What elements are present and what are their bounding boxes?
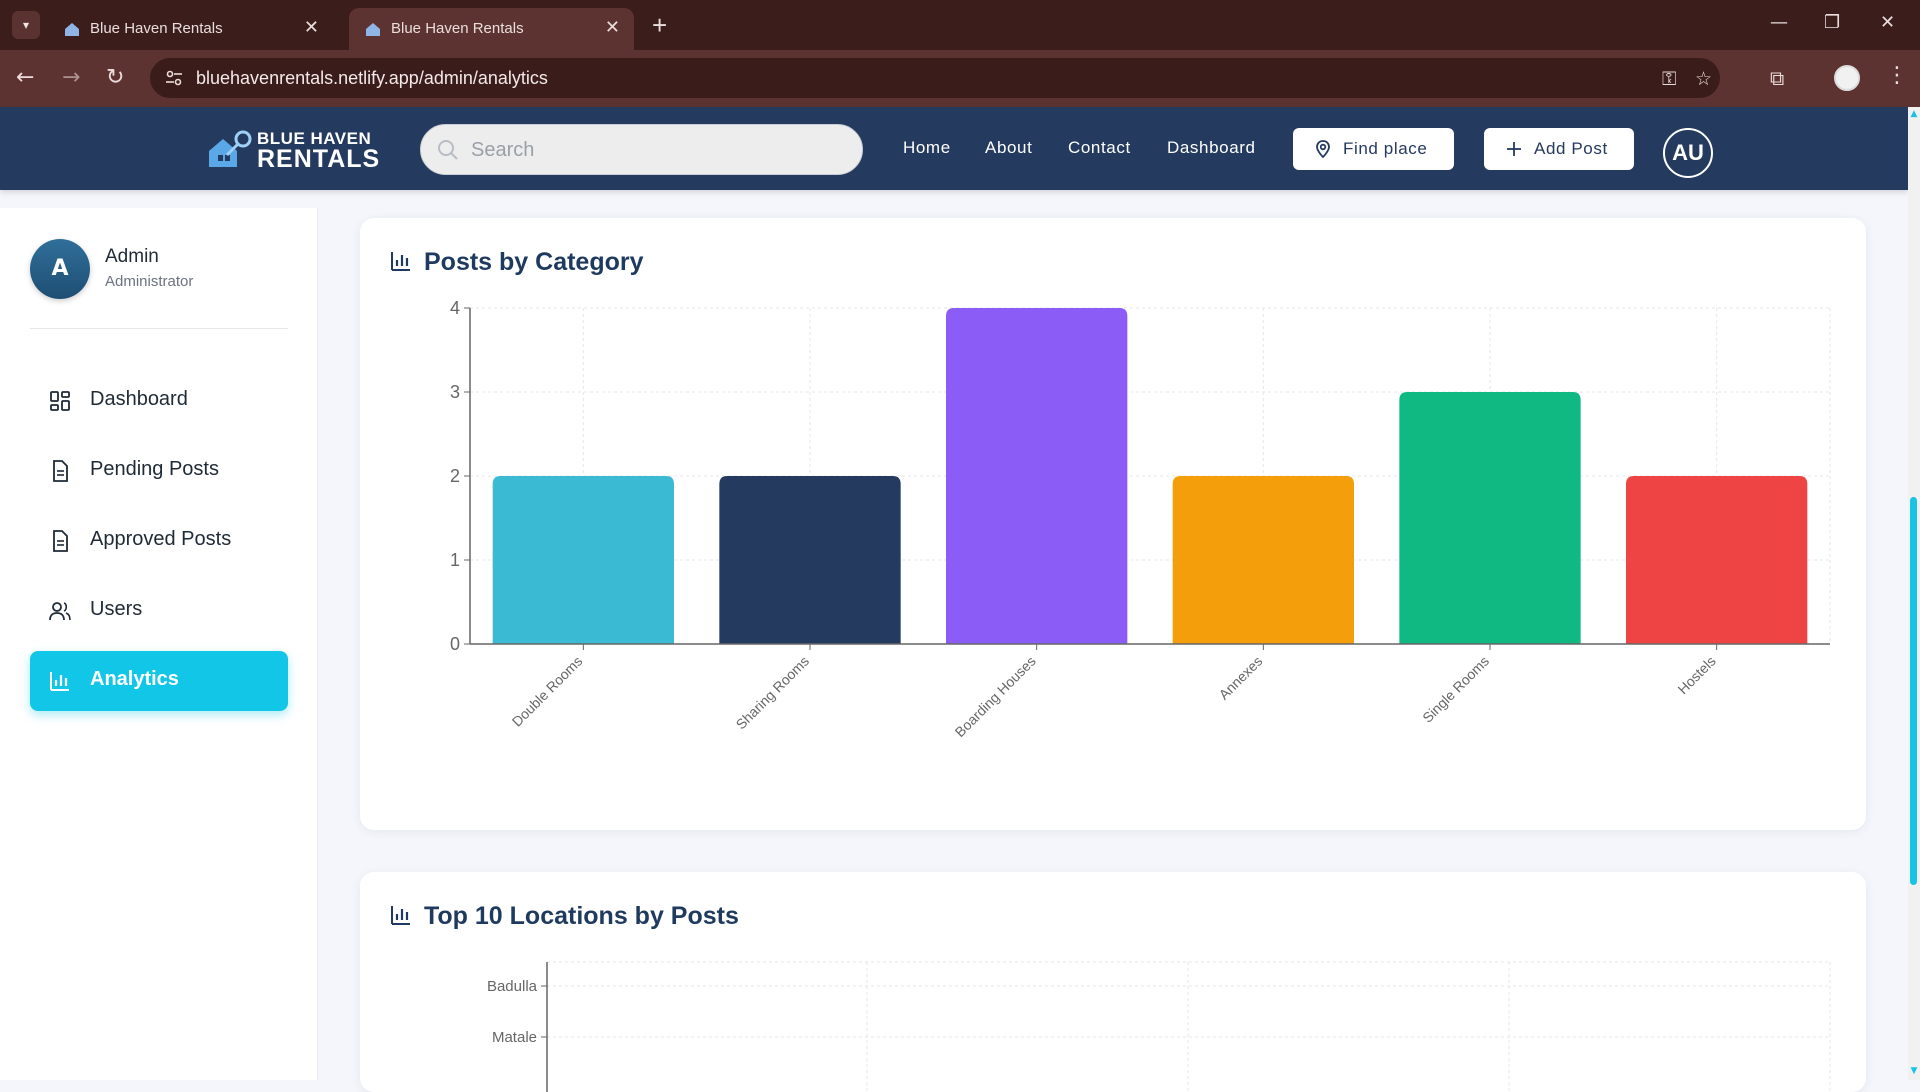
admin-name: Admin bbox=[105, 246, 159, 267]
close-icon[interactable]: ✕ bbox=[304, 17, 319, 38]
password-key-icon[interactable]: ⚿ bbox=[1662, 68, 1676, 90]
admin-sidebar: A Admin Administrator Dashboard Pending … bbox=[0, 208, 318, 1080]
sidebar-item-label: Approved Posts bbox=[90, 528, 232, 550]
scrollbar-thumb[interactable] bbox=[1910, 497, 1917, 885]
forward-icon[interactable]: → bbox=[62, 65, 80, 90]
add-post-label: Add Post bbox=[1534, 139, 1608, 158]
add-post-button[interactable]: Add Post bbox=[1484, 128, 1634, 170]
sidebar-item-analytics[interactable]: Analytics bbox=[30, 651, 288, 711]
nav-about[interactable]: About bbox=[985, 138, 1032, 158]
address-bar[interactable]: bluehavenrentals.netlify.app/admin/analy… bbox=[150, 58, 1720, 98]
nav-dashboard[interactable]: Dashboard bbox=[1167, 138, 1256, 158]
window-close-icon[interactable]: ✕ bbox=[1880, 12, 1895, 33]
minimize-icon[interactable]: — bbox=[1770, 12, 1788, 33]
top-locations-card: Top 10 Locations by Posts Badulla Matale bbox=[360, 872, 1866, 1092]
app-header: BLUE HAVEN RENTALS Search Home About Con… bbox=[0, 107, 1908, 190]
x-tick-label: Boarding Houses bbox=[952, 653, 1039, 740]
y-tick-label: 3 bbox=[450, 382, 460, 402]
nav-contact[interactable]: Contact bbox=[1068, 138, 1131, 158]
users-icon bbox=[49, 602, 71, 621]
tab-title: Blue Haven Rentals bbox=[90, 20, 223, 37]
admin-role: Administrator bbox=[105, 273, 194, 290]
search-placeholder: Search bbox=[471, 139, 535, 161]
profile-avatar[interactable] bbox=[1834, 65, 1860, 91]
admin-avatar: A bbox=[30, 239, 90, 299]
browser-address-row: ← → ↻ bluehavenrentals.netlify.app/admin… bbox=[0, 50, 1920, 107]
sidebar-item-label: Dashboard bbox=[90, 388, 188, 410]
top-locations-chart: Badulla Matale bbox=[487, 961, 1831, 1092]
user-avatar[interactable]: AU bbox=[1663, 128, 1713, 178]
new-tab-button[interactable]: + bbox=[652, 10, 667, 41]
extensions-icon[interactable]: ⧉ bbox=[1770, 66, 1784, 90]
chart-bar bbox=[946, 308, 1128, 644]
sidebar-item-label: Users bbox=[90, 598, 143, 620]
document-icon bbox=[53, 460, 68, 482]
nav-home[interactable]: Home bbox=[903, 138, 951, 158]
reload-icon[interactable]: ↻ bbox=[106, 65, 124, 90]
find-place-button[interactable]: Find place bbox=[1293, 128, 1454, 170]
chart-bar bbox=[492, 476, 674, 644]
sidebar-item-pending-posts[interactable]: Pending Posts bbox=[30, 441, 288, 501]
restore-icon[interactable]: ❐ bbox=[1824, 12, 1840, 33]
close-icon[interactable]: ✕ bbox=[605, 17, 620, 38]
back-icon[interactable]: ← bbox=[16, 65, 34, 90]
y-tick-label: 4 bbox=[450, 298, 460, 318]
x-tick-label: Hostels bbox=[1674, 653, 1718, 697]
x-tick-label: Double Rooms bbox=[509, 653, 586, 730]
sidebar-item-label: Pending Posts bbox=[90, 458, 219, 480]
sidebar-item-label: Analytics bbox=[90, 668, 179, 690]
search-input[interactable]: Search bbox=[420, 124, 863, 175]
x-tick-label: Sharing Rooms bbox=[733, 653, 813, 733]
tab-search-button[interactable]: ▾ bbox=[12, 11, 40, 39]
scroll-down-icon[interactable]: ▼ bbox=[1908, 1066, 1920, 1080]
url-text: bluehavenrentals.netlify.app/admin/analy… bbox=[196, 68, 548, 88]
sidebar-divider bbox=[30, 328, 288, 329]
site-favicon-icon bbox=[65, 23, 79, 36]
posts-by-category-chart: 0 1 2 3 4 Double Rooms Sharing Rooms Boarding H… bbox=[450, 298, 1831, 740]
scroll-up-icon[interactable]: ▲ bbox=[1908, 109, 1920, 123]
y-tick-label: 0 bbox=[450, 634, 460, 654]
bookmark-star-icon[interactable]: ☆ bbox=[1695, 68, 1712, 90]
site-info-icon[interactable] bbox=[164, 68, 184, 88]
y-tick-label: Matale bbox=[492, 1029, 537, 1046]
sidebar-item-approved-posts[interactable]: Approved Posts bbox=[30, 511, 288, 571]
x-tick-label: Annexes bbox=[1216, 653, 1266, 703]
posts-by-category-card: Posts by Category 0 1 2 3 4 Double Rooms Shari… bbox=[360, 218, 1866, 830]
browser-tab-2[interactable]: Blue Haven Rentals ✕ bbox=[349, 8, 634, 50]
site-favicon-icon bbox=[366, 23, 380, 36]
chart-bar bbox=[719, 476, 901, 644]
grid-icon bbox=[50, 391, 70, 411]
chart-bar bbox=[1626, 476, 1808, 644]
browser-tab-bar: ▾ Blue Haven Rentals ✕ Blue Haven Rental… bbox=[0, 0, 1920, 50]
plus-icon bbox=[1507, 142, 1521, 156]
tab-title: Blue Haven Rentals bbox=[391, 20, 524, 37]
find-place-label: Find place bbox=[1343, 139, 1428, 158]
chart-bar bbox=[1399, 392, 1581, 644]
chart-bar bbox=[1172, 476, 1354, 644]
map-pin-icon bbox=[1316, 140, 1330, 159]
browser-tab-1[interactable]: Blue Haven Rentals ✕ bbox=[48, 8, 333, 50]
search-icon bbox=[438, 140, 458, 160]
y-tick-label: 2 bbox=[450, 466, 460, 486]
house-key-logo-icon bbox=[209, 130, 252, 167]
sidebar-item-users[interactable]: Users bbox=[30, 581, 288, 641]
browser-menu-icon[interactable]: ⋮ bbox=[1886, 63, 1908, 88]
bar-chart-icon bbox=[50, 672, 69, 691]
logo-line-2: RENTALS bbox=[257, 145, 381, 173]
y-tick-label: 1 bbox=[450, 550, 460, 570]
sidebar-item-dashboard[interactable]: Dashboard bbox=[30, 371, 288, 431]
document-icon bbox=[53, 530, 68, 552]
x-tick-label: Single Rooms bbox=[1419, 653, 1492, 726]
brand-logo[interactable]: BLUE HAVEN RENTALS bbox=[205, 127, 379, 173]
y-tick-label: Badulla bbox=[487, 978, 538, 995]
